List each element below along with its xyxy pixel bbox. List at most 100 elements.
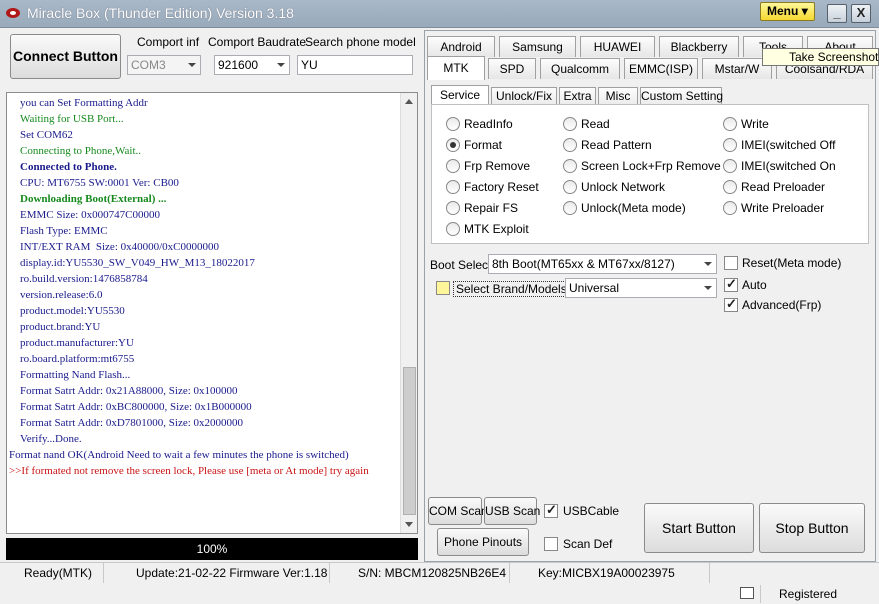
radio-icon[interactable] <box>563 201 577 215</box>
chevron-down-icon <box>277 63 285 67</box>
radio-icon[interactable] <box>723 180 737 194</box>
advanced-frp-label: Advanced(Frp) <box>742 298 822 312</box>
radio-icon[interactable] <box>446 159 460 173</box>
tab-mtk[interactable]: MTK <box>427 56 485 80</box>
subtab-extra[interactable]: Extra <box>559 87 596 104</box>
log-line: version.release:6.0 <box>20 289 103 301</box>
tab-spd[interactable]: SPD <box>488 58 536 79</box>
screenshot-tooltip: Take Screenshot <box>762 48 879 66</box>
option-label: IMEI(switched Off <box>741 138 836 152</box>
connect-button[interactable]: Connect Button <box>10 34 121 79</box>
boot-select-value: 8th Boot(MT65xx & MT67xx/8127) <box>492 257 675 271</box>
menu-button[interactable]: Menu ▾ <box>760 2 815 21</box>
brand-select[interactable]: Universal <box>565 278 717 298</box>
title-bar: Miracle Box (Thunder Edition) Version 3.… <box>0 0 879 28</box>
search-model-input[interactable]: YU <box>297 55 413 75</box>
comport-value: COM3 <box>131 58 166 72</box>
scroll-up-icon[interactable] <box>405 99 413 104</box>
brand-color-swatch[interactable] <box>436 281 450 295</box>
subtab-misc[interactable]: Misc <box>598 87 638 104</box>
select-brand-models-link[interactable]: Select Brand/Models <box>453 281 570 297</box>
tab-emmc-isp[interactable]: EMMC(ISP) <box>624 58 698 79</box>
comport-select[interactable]: COM3 <box>127 55 201 75</box>
log-panel[interactable]: you can Set Formatting Addr Waiting for U… <box>6 92 418 534</box>
radio-icon[interactable] <box>446 117 460 131</box>
radio-icon[interactable] <box>723 117 737 131</box>
log-line: ro.build.version:1476858784 <box>20 273 148 285</box>
radio-icon[interactable] <box>446 222 460 236</box>
scan-def-label: Scan Def <box>563 537 613 551</box>
log-lines: you can Set Formatting Addr Waiting for U… <box>9 95 401 479</box>
radio-icon[interactable] <box>723 138 737 152</box>
app-logo-icon <box>6 8 20 18</box>
log-line: Format Satrt Addr: 0xBC800000, Size: 0x1… <box>20 401 252 413</box>
option-label: Format <box>464 138 503 152</box>
radio-icon[interactable] <box>446 201 460 215</box>
subtab-service[interactable]: Service <box>431 85 489 104</box>
tab-huawei[interactable]: HUAWEI <box>580 36 655 57</box>
radio-selected-icon[interactable] <box>446 138 460 152</box>
checkbox-checked-icon[interactable]: ✓ <box>724 296 738 312</box>
chevron-down-icon <box>188 63 196 67</box>
log-line: ro.board.platform:mt6755 <box>20 353 135 365</box>
option-label: Frp Remove <box>464 159 531 173</box>
boot-select[interactable]: 8th Boot(MT65xx & MT67xx/8127) <box>488 254 717 274</box>
radio-icon[interactable] <box>563 138 577 152</box>
status-update: Update:21-02-22 Firmware Ver:1.18 <box>104 563 330 583</box>
status-state: Ready(MTK) <box>0 563 104 583</box>
option-label: ReadInfo <box>464 117 513 131</box>
radio-icon[interactable] <box>563 159 577 173</box>
option-label: Unlock Network <box>581 180 666 194</box>
checkbox-checked-icon[interactable]: ✓ <box>724 276 738 292</box>
status-registered: Registered <box>760 585 879 603</box>
log-line: CPU: MT6755 SW:0001 Ver: CB00 <box>20 177 179 189</box>
progress-bar: 100% <box>6 538 418 560</box>
subtab-custom-setting[interactable]: Custom Setting <box>640 87 723 104</box>
stop-button[interactable]: Stop Button <box>759 503 865 553</box>
radio-icon[interactable] <box>563 180 577 194</box>
radio-icon[interactable] <box>723 201 737 215</box>
log-line: Format nand OK(Android Need to wait a fe… <box>9 449 349 461</box>
radio-icon[interactable] <box>446 180 460 194</box>
subtab-unlock-fix[interactable]: Unlock/Fix <box>491 87 557 104</box>
scroll-down-icon[interactable] <box>405 522 413 527</box>
baudrate-select[interactable]: 921600 <box>214 55 290 75</box>
log-line: EMMC Size: 0x000747C00000 <box>20 209 160 221</box>
checkbox-icon[interactable] <box>544 537 558 551</box>
baudrate-label: Comport Baudrate <box>208 35 307 49</box>
checkbox-checked-icon[interactable]: ✓ <box>544 502 558 518</box>
usb-scan-button[interactable]: USB Scan <box>484 497 540 525</box>
reset-meta-mode-label: Reset(Meta mode) <box>742 256 842 270</box>
start-button[interactable]: Start Button <box>644 503 754 553</box>
search-model-label: Search phone model <box>305 35 416 49</box>
auto-label: Auto <box>742 278 767 292</box>
com-scan-button[interactable]: COM Scan <box>428 497 488 525</box>
log-scrollbar[interactable] <box>400 93 417 533</box>
tab-qualcomm[interactable]: Qualcomm <box>540 58 620 79</box>
log-line: Verify...Done. <box>20 433 82 445</box>
keyboard-icon <box>740 587 754 599</box>
minimize-button[interactable]: _ <box>827 4 847 23</box>
chevron-down-icon: ▾ <box>801 4 808 18</box>
tab-samsung[interactable]: Samsung <box>499 36 576 57</box>
radio-icon[interactable] <box>563 117 577 131</box>
phone-pinouts-button[interactable]: Phone Pinouts <box>437 528 529 556</box>
chevron-down-icon <box>704 262 712 266</box>
log-line: Connecting to Phone,Wait.. <box>20 145 142 157</box>
close-button[interactable]: X <box>851 4 871 23</box>
tab-android[interactable]: Android <box>427 36 495 57</box>
checkbox-icon[interactable] <box>724 256 738 270</box>
scroll-thumb[interactable] <box>403 367 416 515</box>
tab-blackberry[interactable]: Blackberry <box>659 36 739 57</box>
option-label: MTK Exploit <box>464 222 529 236</box>
radio-icon[interactable] <box>723 159 737 173</box>
log-line: product.brand:YU <box>20 321 101 333</box>
log-line: display.id:YU5530_SW_V049_HW_M13_1802201… <box>20 257 255 269</box>
log-line: INT/EXT RAM Size: 0x40000/0xC0000000 <box>20 241 220 253</box>
option-label: Read <box>581 117 610 131</box>
baudrate-value: 921600 <box>218 58 259 72</box>
option-label: Screen Lock+Frp Remove <box>581 159 721 173</box>
status-serial: S/N: MBCM120825NB26E4 <box>330 563 510 583</box>
usb-cable-label: USBCable <box>563 504 620 518</box>
option-label: Repair FS <box>464 201 519 215</box>
